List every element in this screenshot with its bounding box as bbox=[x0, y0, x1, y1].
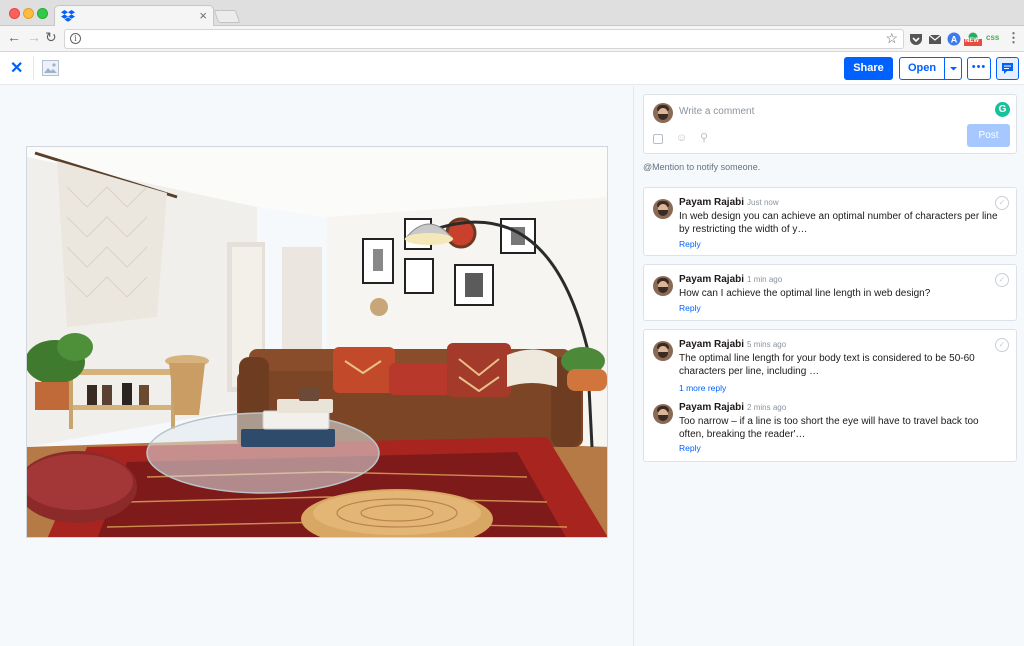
comments-toggle-button[interactable] bbox=[996, 57, 1019, 80]
browser-tab[interactable]: × bbox=[54, 5, 214, 27]
comment-time: 1 min ago bbox=[747, 275, 783, 284]
css-icon[interactable]: css bbox=[986, 33, 1000, 47]
more-options-button[interactable]: ••• bbox=[967, 57, 991, 80]
tab-close-icon[interactable]: × bbox=[199, 8, 207, 23]
post-button[interactable]: Post bbox=[967, 124, 1010, 147]
resolve-check-icon[interactable]: ✓ bbox=[995, 196, 1009, 210]
minimize-window-button[interactable] bbox=[23, 8, 34, 19]
new-badge-icon[interactable]: NEW bbox=[964, 32, 982, 46]
comment-text: In web design you can achieve an optimal… bbox=[679, 211, 998, 235]
avatar bbox=[653, 404, 673, 424]
new-badge-label: NEW bbox=[965, 38, 979, 44]
svg-text:A: A bbox=[951, 35, 958, 45]
mention-hint: @Mention to notify someone. bbox=[643, 162, 761, 172]
reply-text: Too narrow – if a line is too short the … bbox=[679, 416, 979, 440]
comment-text: The optimal line length for your body te… bbox=[679, 353, 975, 377]
comment-time: Just now bbox=[747, 198, 779, 207]
menu-dots-icon[interactable]: ⋮ bbox=[1007, 30, 1020, 46]
comment-time: 5 mins ago bbox=[747, 340, 787, 349]
forward-arrow-icon[interactable]: → bbox=[27, 29, 41, 45]
toolbar-divider bbox=[33, 56, 34, 80]
open-dropdown-button[interactable] bbox=[945, 57, 962, 80]
reload-icon[interactable]: ↻ bbox=[45, 29, 57, 46]
browser-addressbar: ← → ↻ i ☆ A NEW css ⋮ bbox=[0, 26, 1024, 52]
file-preview-area bbox=[0, 86, 633, 646]
reply-author: Payam Rajabi 2 mins ago bbox=[679, 402, 787, 413]
reply-link[interactable]: Reply bbox=[679, 303, 701, 313]
comment-text: How can I achieve the optimal line lengt… bbox=[679, 288, 931, 299]
new-tab-button[interactable] bbox=[213, 10, 241, 23]
share-button[interactable]: Share bbox=[844, 57, 893, 80]
emoji-icon[interactable]: ☺ bbox=[676, 132, 688, 144]
more-replies-link[interactable]: 1 more reply bbox=[679, 383, 726, 393]
mention-person-icon[interactable]: ⚲ bbox=[700, 132, 712, 144]
info-icon[interactable]: i bbox=[70, 33, 81, 44]
avatar bbox=[653, 276, 673, 296]
reply-time: 2 mins ago bbox=[747, 403, 787, 412]
avatar bbox=[653, 199, 673, 219]
mail-icon[interactable] bbox=[928, 32, 942, 46]
extension-a-icon[interactable]: A bbox=[947, 32, 961, 46]
reply-link[interactable]: Reply bbox=[679, 239, 701, 249]
close-preview-icon[interactable]: ✕ bbox=[10, 58, 23, 78]
star-icon[interactable]: ☆ bbox=[885, 30, 898, 47]
back-arrow-icon[interactable]: ← bbox=[7, 29, 21, 45]
comment-card[interactable]: Payam Rajabi Just now In web design you c… bbox=[643, 187, 1017, 256]
comment-author: Payam Rajabi 1 min ago bbox=[679, 274, 783, 285]
grammarly-icon[interactable]: G bbox=[995, 102, 1010, 117]
avatar bbox=[653, 103, 673, 123]
comment-icon bbox=[1002, 63, 1013, 74]
avatar bbox=[653, 341, 673, 361]
comments-sidebar: Write a comment G ☺ ⚲ Post @Mention to n… bbox=[633, 86, 1024, 646]
resolve-check-icon[interactable]: ✓ bbox=[995, 273, 1009, 287]
living-room-photo[interactable] bbox=[26, 146, 608, 538]
resolve-check-icon[interactable]: ✓ bbox=[995, 338, 1009, 352]
chevron-down-icon bbox=[950, 67, 957, 71]
comment-input[interactable]: Write a comment bbox=[679, 106, 754, 117]
app-toolbar: ✕ Share Open ••• bbox=[0, 52, 1024, 85]
dropbox-favicon bbox=[61, 10, 75, 22]
reply-link[interactable]: Reply bbox=[679, 443, 701, 453]
browser-titlebar: × bbox=[0, 0, 1024, 27]
comment-thread-card[interactable]: Payam Rajabi 5 mins ago The optimal line … bbox=[643, 329, 1017, 462]
comment-author: Payam Rajabi Just now bbox=[679, 197, 779, 208]
maximize-window-button[interactable] bbox=[37, 8, 48, 19]
close-window-button[interactable] bbox=[9, 8, 20, 19]
comment-author: Payam Rajabi 5 mins ago bbox=[679, 339, 787, 350]
comment-composer: Write a comment G ☺ ⚲ Post bbox=[643, 94, 1017, 154]
pocket-icon[interactable] bbox=[909, 32, 923, 46]
open-button[interactable]: Open bbox=[899, 57, 945, 80]
url-input[interactable]: i ☆ bbox=[64, 29, 904, 49]
comment-card[interactable]: Payam Rajabi 1 min ago How can I achieve … bbox=[643, 264, 1017, 321]
image-file-icon bbox=[42, 60, 59, 76]
attach-frame-icon[interactable] bbox=[653, 134, 663, 144]
